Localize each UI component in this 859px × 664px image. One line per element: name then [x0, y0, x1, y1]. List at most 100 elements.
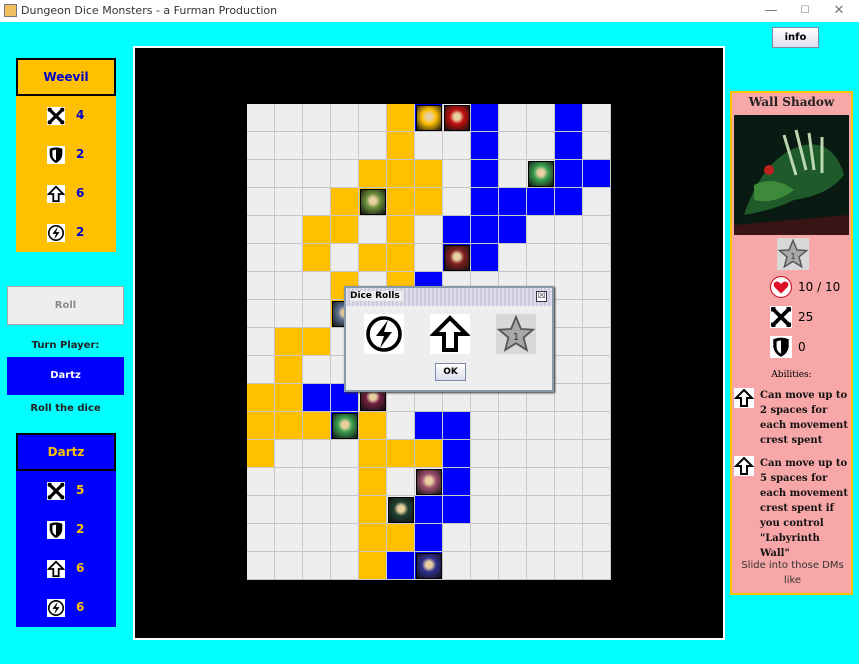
- board-cell[interactable]: [583, 496, 611, 524]
- board-cell[interactable]: [443, 468, 471, 496]
- board-cell[interactable]: [415, 412, 443, 440]
- board-cell[interactable]: [415, 188, 443, 216]
- board-cell[interactable]: [247, 328, 275, 356]
- board-cell[interactable]: [387, 244, 415, 272]
- board-cell[interactable]: [331, 468, 359, 496]
- board-cell[interactable]: [387, 104, 415, 132]
- board-cell[interactable]: [443, 216, 471, 244]
- board-cell[interactable]: [471, 216, 499, 244]
- board-cell[interactable]: [359, 440, 387, 468]
- board-cell[interactable]: [527, 412, 555, 440]
- board-cell[interactable]: [415, 244, 443, 272]
- board-cell[interactable]: [555, 412, 583, 440]
- board-cell[interactable]: [555, 552, 583, 580]
- board-cell[interactable]: [275, 104, 303, 132]
- board-cell[interactable]: [331, 104, 359, 132]
- board-cell[interactable]: [415, 216, 443, 244]
- serpent-monster-2[interactable]: [332, 413, 358, 439]
- board-cell[interactable]: [499, 412, 527, 440]
- board-cell[interactable]: [275, 496, 303, 524]
- board-cell[interactable]: [247, 132, 275, 160]
- board-cell[interactable]: [275, 440, 303, 468]
- board-cell[interactable]: [583, 328, 611, 356]
- board-cell[interactable]: [583, 384, 611, 412]
- board-cell[interactable]: [359, 104, 387, 132]
- board-cell[interactable]: [471, 412, 499, 440]
- ninja-monster[interactable]: [416, 105, 442, 131]
- board-cell[interactable]: [247, 104, 275, 132]
- board-cell[interactable]: [303, 552, 331, 580]
- board-cell[interactable]: [499, 188, 527, 216]
- board-cell[interactable]: [583, 244, 611, 272]
- board-cell[interactable]: [443, 132, 471, 160]
- board-cell[interactable]: [583, 412, 611, 440]
- board-cell[interactable]: [555, 272, 583, 300]
- board-cell[interactable]: [331, 440, 359, 468]
- board-cell[interactable]: [275, 300, 303, 328]
- board-cell[interactable]: [583, 468, 611, 496]
- board-cell[interactable]: [555, 384, 583, 412]
- board-cell[interactable]: [359, 468, 387, 496]
- board-cell[interactable]: [555, 216, 583, 244]
- board-cell[interactable]: [443, 440, 471, 468]
- board-cell[interactable]: [527, 132, 555, 160]
- board-cell[interactable]: [331, 160, 359, 188]
- board-cell[interactable]: [303, 328, 331, 356]
- board-cell[interactable]: [303, 160, 331, 188]
- board-cell[interactable]: [303, 188, 331, 216]
- board-cell[interactable]: [555, 328, 583, 356]
- board-cell[interactable]: [275, 272, 303, 300]
- board-cell[interactable]: [359, 412, 387, 440]
- board-cell[interactable]: [247, 244, 275, 272]
- board-cell[interactable]: [331, 216, 359, 244]
- board-cell[interactable]: [303, 468, 331, 496]
- board-cell[interactable]: [247, 412, 275, 440]
- board-cell[interactable]: [247, 496, 275, 524]
- board-cell[interactable]: [471, 160, 499, 188]
- board-cell[interactable]: [247, 468, 275, 496]
- board-cell[interactable]: [583, 552, 611, 580]
- board-cell[interactable]: [555, 300, 583, 328]
- board-cell[interactable]: [499, 104, 527, 132]
- board-cell[interactable]: [387, 216, 415, 244]
- board-cell[interactable]: [247, 188, 275, 216]
- board-cell[interactable]: [303, 524, 331, 552]
- board-cell[interactable]: [359, 552, 387, 580]
- board-cell[interactable]: [583, 160, 611, 188]
- board-cell[interactable]: [303, 496, 331, 524]
- board-cell[interactable]: [387, 188, 415, 216]
- serpent-monster[interactable]: [528, 161, 554, 187]
- board-cell[interactable]: [303, 216, 331, 244]
- fire-monster[interactable]: [444, 105, 470, 131]
- board-cell[interactable]: [275, 356, 303, 384]
- board-cell[interactable]: [275, 524, 303, 552]
- board-cell[interactable]: [247, 524, 275, 552]
- board-cell[interactable]: [499, 244, 527, 272]
- board-cell[interactable]: [247, 216, 275, 244]
- board-cell[interactable]: [331, 524, 359, 552]
- board-cell[interactable]: [555, 440, 583, 468]
- board-cell[interactable]: [499, 552, 527, 580]
- board-cell[interactable]: [583, 104, 611, 132]
- board-cell[interactable]: [275, 328, 303, 356]
- board-cell[interactable]: [247, 440, 275, 468]
- board-cell[interactable]: [387, 132, 415, 160]
- board-cell[interactable]: [331, 496, 359, 524]
- board-cell[interactable]: [359, 160, 387, 188]
- board-cell[interactable]: [443, 524, 471, 552]
- board-cell[interactable]: [443, 496, 471, 524]
- board-cell[interactable]: [527, 496, 555, 524]
- board-cell[interactable]: [275, 132, 303, 160]
- board-cell[interactable]: [499, 468, 527, 496]
- minimize-button[interactable]: —: [756, 2, 786, 20]
- board-cell[interactable]: [275, 244, 303, 272]
- flower-monster[interactable]: [416, 469, 442, 495]
- board-cell[interactable]: [527, 552, 555, 580]
- board-cell[interactable]: [583, 188, 611, 216]
- board-cell[interactable]: [471, 188, 499, 216]
- board-cell[interactable]: [247, 272, 275, 300]
- board-cell[interactable]: [499, 216, 527, 244]
- board-cell[interactable]: [247, 384, 275, 412]
- board-cell[interactable]: [303, 132, 331, 160]
- board-cell[interactable]: [415, 132, 443, 160]
